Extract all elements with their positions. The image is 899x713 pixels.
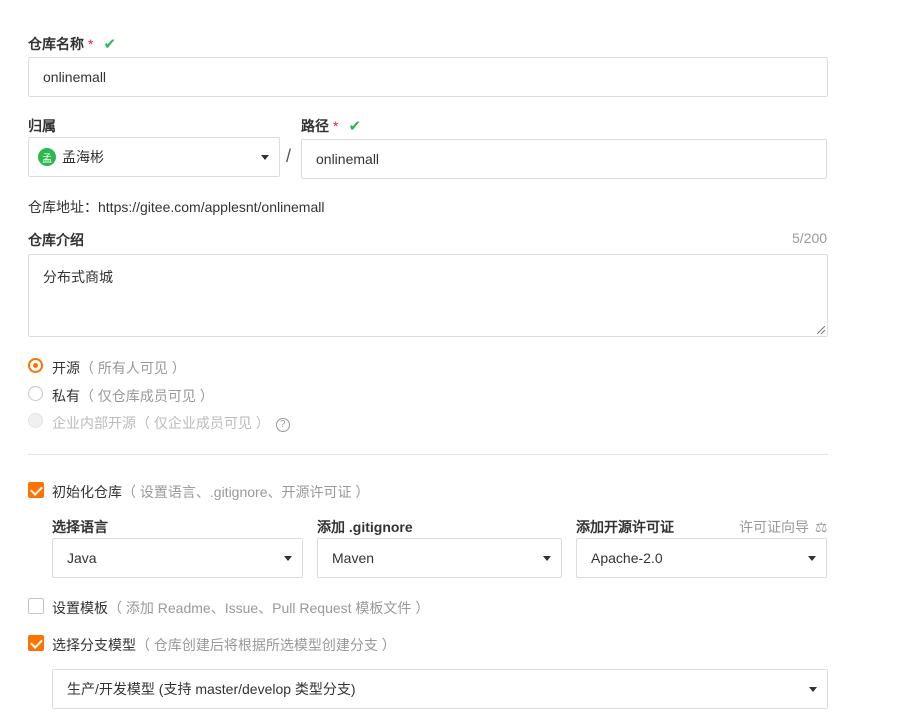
branch-model-select[interactable]: 生产/开发模型 (支持 master/develop 类型分支) (52, 669, 828, 709)
owner-select[interactable]: 孟 孟海彬 (28, 137, 280, 177)
chevron-down-icon (808, 556, 816, 561)
init-repo-hint: （ 设置语言、.gitignore、开源许可证 ） (122, 484, 370, 500)
path-input[interactable]: onlinemall (301, 139, 827, 179)
template-label: 设置模板 (52, 600, 108, 616)
language-select[interactable]: Java (52, 538, 303, 578)
path-label: 路径 (301, 118, 329, 134)
license-value: Apache-2.0 (591, 550, 663, 566)
path-separator: / (286, 146, 292, 166)
gitignore-label: 添加 .gitignore (317, 519, 413, 535)
template-hint: （ 添加 Readme、Issue、Pull Request 模板文件 ） (108, 600, 430, 616)
private-label: 私有 (52, 388, 80, 404)
enterprise-hint: （ 仅企业成员可见 ） (136, 415, 270, 431)
path-value: onlinemall (316, 151, 380, 167)
license-wizard-text: 许可证向导 (739, 519, 809, 535)
description-label: 仓库介绍 (28, 232, 84, 248)
init-repo-label: 初始化仓库 (52, 484, 122, 500)
language-label: 选择语言 (52, 519, 108, 535)
radio-public[interactable] (28, 358, 43, 373)
public-label: 开源 (52, 360, 80, 376)
path-label-row: 路径 * ✔ (301, 116, 361, 136)
private-hint: （ 仅仓库成员可见 ） (80, 388, 214, 404)
owner-label: 归属 (28, 118, 56, 134)
radio-enterprise (28, 413, 43, 428)
init-repo-option[interactable]: 初始化仓库（ 设置语言、.gitignore、开源许可证 ） (52, 482, 369, 502)
template-checkbox[interactable] (28, 598, 44, 614)
gitignore-select[interactable]: Maven (317, 538, 562, 578)
init-repo-checkbox[interactable] (28, 482, 44, 498)
avatar: 孟 (38, 148, 56, 166)
question-circle-icon[interactable]: ? (275, 417, 290, 432)
description-value: 分布式商城 (43, 269, 113, 285)
divider (28, 454, 828, 455)
template-option[interactable]: 设置模板（ 添加 Readme、Issue、Pull Request 模板文件 … (52, 598, 429, 618)
public-hint: （ 所有人可见 ） (80, 360, 186, 376)
branch-model-label: 选择分支模型 (52, 637, 136, 653)
radio-private[interactable] (28, 386, 43, 401)
chevron-down-icon (809, 687, 817, 692)
license-select[interactable]: Apache-2.0 (576, 538, 827, 578)
branch-model-value: 生产/开发模型 (支持 master/develop 类型分支) (67, 681, 356, 697)
required-mark: * (88, 36, 94, 52)
description-textarea[interactable]: 分布式商城 (28, 254, 828, 337)
repo-name-input[interactable]: onlinemall (28, 57, 828, 97)
license-wizard-link[interactable]: 许可证向导 ⚖ (739, 517, 827, 537)
gitignore-value: Maven (332, 550, 375, 566)
repo-name-label-row: 仓库名称 * ✔ (28, 34, 116, 54)
enterprise-label: 企业内部开源 (52, 415, 136, 431)
check-icon: ✔ (103, 36, 117, 53)
description-counter: 5/200 (792, 230, 828, 246)
check-icon: ✔ (348, 118, 362, 135)
branch-model-hint: （ 仓库创建后将根据所选模型创建分支 ） (136, 637, 396, 653)
chevron-down-icon (284, 556, 292, 561)
branch-model-checkbox[interactable] (28, 635, 44, 651)
repo-address: 仓库地址：https://gitee.com/applesnt/onlinema… (28, 199, 325, 215)
repo-name-label: 仓库名称 (28, 36, 84, 52)
branch-model-option[interactable]: 选择分支模型（ 仓库创建后将根据所选模型创建分支 ） (52, 635, 396, 655)
option-public[interactable]: 开源（ 所有人可见 ） (52, 358, 186, 378)
chevron-down-icon (543, 556, 551, 561)
option-enterprise: 企业内部开源（ 仅企业成员可见 ）? (52, 413, 290, 433)
repo-name-value: onlinemall (43, 69, 107, 85)
scale-icon: ⚖ (814, 519, 828, 535)
chevron-down-icon (261, 155, 269, 160)
license-label: 添加开源许可证 (576, 519, 674, 535)
option-private[interactable]: 私有（ 仅仓库成员可见 ） (52, 386, 214, 406)
owner-value: 孟海彬 (62, 149, 104, 165)
required-mark: * (333, 118, 339, 134)
language-value: Java (67, 550, 97, 566)
resize-handle-icon[interactable] (817, 326, 825, 334)
